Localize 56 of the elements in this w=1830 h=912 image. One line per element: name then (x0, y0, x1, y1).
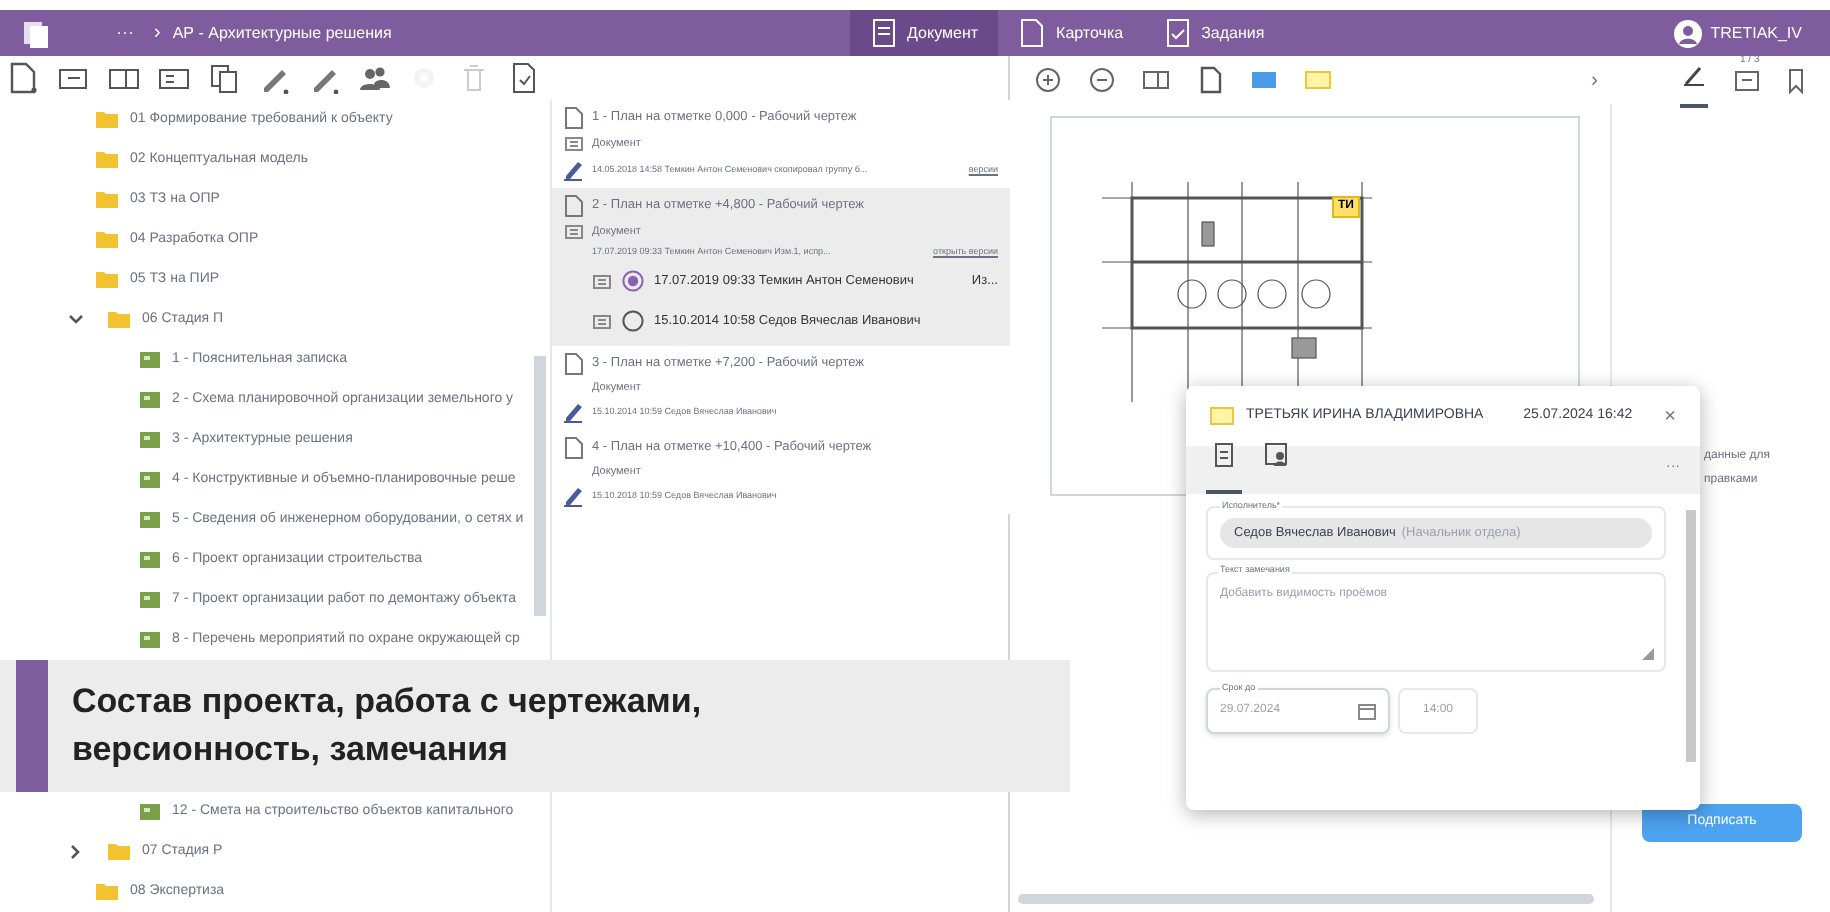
chevron-right-icon[interactable] (68, 844, 84, 860)
pen-icon (1680, 61, 1708, 85)
section-icon (140, 430, 160, 450)
breadcrumb-link[interactable]: АР - Архитектурные решения (172, 21, 392, 45)
chevron-down-icon[interactable] (68, 312, 84, 328)
page-icon[interactable] (1196, 66, 1224, 94)
viewer-tab[interactable]: Карточка (998, 10, 1144, 56)
user-name[interactable]: TRETIAK_IV (1710, 21, 1802, 45)
viewer-tab[interactable]: Задания (1143, 10, 1285, 56)
comment-icon[interactable] (1734, 67, 1760, 93)
radio-selected[interactable] (622, 270, 644, 293)
banner-title: Состав проекта, работа с чертежами, версионность, замечания (72, 680, 704, 772)
document-icon[interactable] (508, 62, 540, 94)
document-icon (869, 18, 898, 48)
zoom-out-icon[interactable] (1088, 66, 1116, 94)
section-icon (140, 802, 160, 822)
document-icon (564, 351, 584, 376)
section-icon (140, 510, 160, 530)
breadcrumb-more[interactable]: ··· (116, 19, 134, 47)
resize-handle-icon (1642, 648, 1654, 660)
zoom-in-icon[interactable] (1034, 66, 1062, 94)
app-logo-icon[interactable] (20, 17, 52, 49)
section-icon (140, 590, 160, 610)
comment-icon (592, 311, 612, 332)
person-card-icon (1264, 442, 1288, 468)
expand-arrow[interactable]: › (1591, 65, 1598, 95)
close-button[interactable]: × (1664, 401, 1676, 431)
comment-icon[interactable] (1250, 66, 1278, 94)
new-document-icon[interactable] (8, 62, 40, 94)
document-icon (564, 106, 584, 130)
scrollbar-thumb[interactable] (534, 356, 546, 616)
scrollbar-thumb[interactable] (1686, 510, 1696, 762)
document-item[interactable] (552, 188, 1010, 346)
panel-icon[interactable] (1142, 66, 1170, 94)
section-icon (140, 350, 160, 370)
radio-unselected[interactable] (622, 310, 644, 333)
comment-icon (1210, 406, 1234, 426)
breadcrumb-separator: › (154, 20, 161, 48)
users-icon[interactable] (358, 62, 390, 94)
avatar-icon[interactable] (1674, 19, 1703, 47)
banner-stripe (16, 660, 48, 792)
task-icon (1163, 18, 1192, 48)
section-icon (140, 390, 160, 410)
section-icon (140, 630, 160, 650)
comment-icon (592, 271, 612, 292)
viewer-tab[interactable]: Документ (849, 10, 999, 56)
copy-icon[interactable] (208, 62, 240, 94)
document-icon (564, 194, 584, 218)
document-icon (1212, 442, 1236, 468)
calendar-icon[interactable] (1358, 702, 1376, 720)
bookmark-icon[interactable] (1786, 67, 1806, 93)
section-icon (140, 550, 160, 570)
section-icon (140, 470, 160, 490)
page-icon (1018, 18, 1047, 48)
document-icon (564, 436, 584, 460)
horizontal-scrollbar[interactable] (1018, 894, 1594, 904)
